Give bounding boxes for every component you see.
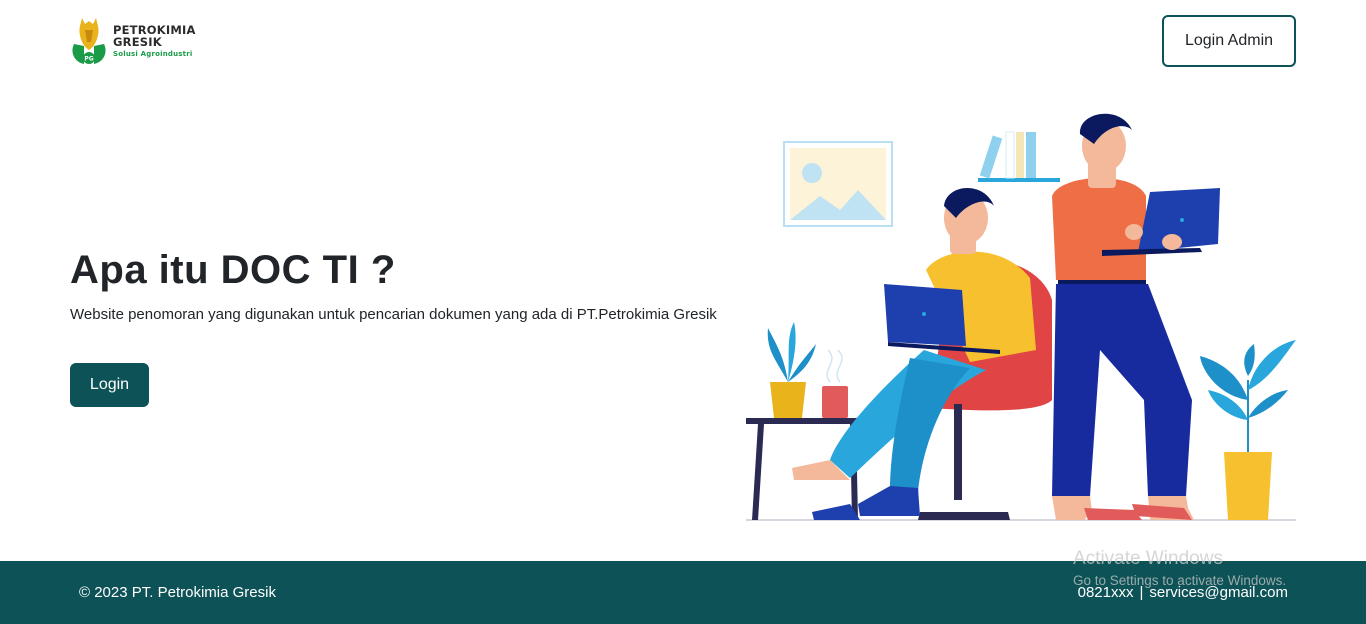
- footer-phone[interactable]: 0821xxx: [1078, 584, 1134, 601]
- brand-name-line2: GRESIK: [113, 35, 162, 49]
- petrokimia-logo-icon: PG: [72, 18, 106, 64]
- brand-tagline: Solusi Agroindustri: [113, 49, 193, 58]
- login-admin-button[interactable]: Login Admin: [1162, 15, 1296, 67]
- logo-mark-text: PG: [84, 56, 93, 63]
- navbar: PG PETROKIMIA GRESIK Solusi Agroindustri…: [0, 0, 1366, 84]
- footer-contact: 0821xxx | services@gmail.com: [1078, 584, 1288, 601]
- people-working-illustration: [746, 113, 1296, 521]
- brand-logo[interactable]: PG PETROKIMIA GRESIK Solusi Agroindustri: [68, 15, 198, 67]
- hero-description: Website penomoran yang digunakan untuk p…: [70, 306, 717, 323]
- footer-separator: |: [1139, 584, 1144, 601]
- footer: © 2023 PT. Petrokimia Gresik 0821xxx | ser…: [0, 561, 1366, 624]
- footer-copyright: © 2023 PT. Petrokimia Gresik: [79, 584, 276, 601]
- footer-email[interactable]: services@gmail.com: [1149, 584, 1288, 601]
- login-button[interactable]: Login: [70, 363, 149, 407]
- hero-title: Apa itu DOC TI ?: [70, 248, 396, 292]
